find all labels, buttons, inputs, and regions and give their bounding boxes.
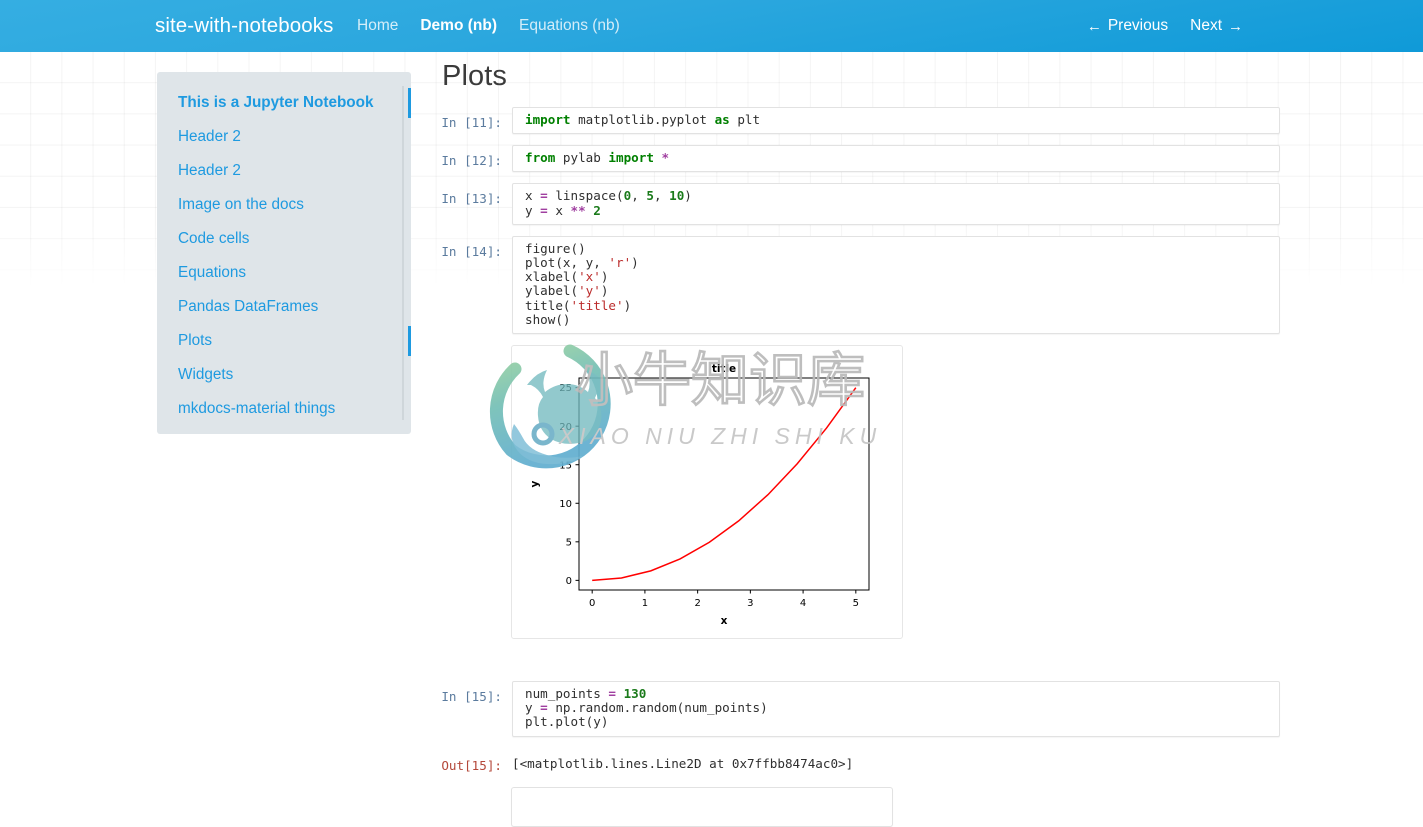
toc-item-header-2-b[interactable]: Header 2 xyxy=(157,154,411,188)
notebook-cell: In [12]: from pylab import * xyxy=(440,145,1280,173)
cell-prompt: In [12]: xyxy=(441,153,502,169)
figure-output-truncated xyxy=(511,786,893,827)
previous-page-link[interactable]: ← Previous xyxy=(1087,17,1168,35)
cell-source[interactable]: import matplotlib.pyplot as plt xyxy=(512,107,1280,135)
svg-text:1: 1 xyxy=(642,598,648,609)
site-brand[interactable]: site-with-notebooks xyxy=(155,0,334,52)
cell-source[interactable]: from pylab import * xyxy=(512,145,1280,173)
notebook-cell-output: Out[15]: [<matplotlib.lines.Line2D at 0x… xyxy=(440,750,1280,773)
toc-item-widgets[interactable]: Widgets xyxy=(157,358,411,392)
toc-active-indicator xyxy=(408,326,411,356)
cell-source[interactable]: num_points = 130 y = np.random.random(nu… xyxy=(512,681,1280,737)
notebook-cell: In [11]: import matplotlib.pyplot as plt xyxy=(440,107,1280,135)
table-of-contents: This is a Jupyter Notebook Header 2 Head… xyxy=(157,72,411,434)
svg-text:0: 0 xyxy=(589,598,595,609)
notebook-cell: In [14]: figure() plot(x, y, 'r') xlabel… xyxy=(440,235,1280,335)
toc-item-label: mkdocs-material things xyxy=(178,400,336,417)
toc-item-label: Header 2 xyxy=(178,162,241,179)
site-header: site-with-notebooks Home Demo (nb) Equat… xyxy=(0,0,1423,52)
toc-item-equations[interactable]: Equations xyxy=(157,256,411,290)
svg-text:4: 4 xyxy=(800,598,806,609)
svg-text:5: 5 xyxy=(853,598,859,609)
notebook-cell: In [15]: num_points = 130 y = np.random.… xyxy=(440,681,1280,737)
toc-item-mkdocs-material-things[interactable]: mkdocs-material things xyxy=(157,392,411,426)
page-title: Plots xyxy=(442,60,507,92)
figure-output: title y x 0 5 10 15 20 25 0 1 2 3 4 5 xyxy=(511,345,903,640)
toc-item-label: Pandas DataFrames xyxy=(178,298,319,315)
svg-text:10: 10 xyxy=(559,499,572,510)
toc-item-code-cells[interactable]: Code cells xyxy=(157,222,411,256)
toc-item-image-on-the-docs[interactable]: Image on the docs xyxy=(157,188,411,222)
toc-item-label: Code cells xyxy=(178,230,250,247)
cell-source[interactable]: x = linspace(0, 5, 10) y = x ** 2 xyxy=(512,183,1280,225)
previous-page-label: Previous xyxy=(1107,17,1169,34)
output-text: [<matplotlib.lines.Line2D at 0x7ffbb8474… xyxy=(512,755,854,771)
arrow-left-icon: ← xyxy=(1086,17,1102,35)
toc-item-pandas-dataframes[interactable]: Pandas DataFrames xyxy=(157,290,411,324)
next-page-link[interactable]: Next → xyxy=(1190,17,1243,35)
svg-text:x: x xyxy=(721,615,728,627)
toc-active-indicator xyxy=(408,88,411,118)
toc-item-label: This is a Jupyter Notebook xyxy=(178,94,374,111)
next-page-label: Next xyxy=(1190,17,1222,34)
toc-item-label: Widgets xyxy=(178,366,234,383)
cell-prompt: In [14]: xyxy=(441,243,502,259)
notebook-content: Plots In [11]: import matplotlib.pyplot … xyxy=(440,60,1280,827)
toc-item-label: Plots xyxy=(178,332,213,349)
toc-item-header-2-a[interactable]: Header 2 xyxy=(157,120,411,154)
cell-prompt: In [11]: xyxy=(441,115,502,130)
plot-svg: title y x 0 5 10 15 20 25 0 1 2 3 4 5 xyxy=(518,352,896,633)
nav-link-home[interactable]: Home xyxy=(357,17,398,35)
svg-text:5: 5 xyxy=(566,537,572,548)
svg-text:y: y xyxy=(529,480,541,487)
primary-navigation: Home Demo (nb) Equations (nb) xyxy=(357,0,620,52)
toc-item-plots[interactable]: Plots xyxy=(157,324,411,358)
matplotlib-figure: title y x 0 5 10 15 20 25 0 1 2 3 4 5 xyxy=(518,352,896,633)
toc-item-label: Equations xyxy=(178,264,247,281)
arrow-right-icon: → xyxy=(1228,17,1243,35)
output-prompt: Out[15]: xyxy=(441,757,502,773)
cell-prompt: In [13]: xyxy=(441,191,502,207)
svg-text:2: 2 xyxy=(694,598,700,609)
toc-item-this-is-a-jupyter-notebook[interactable]: This is a Jupyter Notebook xyxy=(157,86,411,120)
svg-text:title: title xyxy=(712,363,736,375)
nav-link-demo-nb[interactable]: Demo (nb) xyxy=(420,17,497,35)
toc-item-label: Header 2 xyxy=(178,128,241,145)
svg-text:0: 0 xyxy=(566,576,572,587)
svg-text:20: 20 xyxy=(559,422,572,433)
notebook-cell: In [13]: x = linspace(0, 5, 10) y = x **… xyxy=(440,183,1280,225)
nav-link-equations-nb[interactable]: Equations (nb) xyxy=(519,17,620,35)
svg-text:15: 15 xyxy=(559,460,572,471)
relative-navigation: ← Previous Next → xyxy=(1087,0,1243,52)
toc-item-label: Image on the docs xyxy=(178,196,304,213)
cell-prompt: In [15]: xyxy=(441,689,502,705)
svg-text:25: 25 xyxy=(559,383,572,394)
cell-source[interactable]: figure() plot(x, y, 'r') xlabel('x') yla… xyxy=(512,235,1280,335)
svg-text:3: 3 xyxy=(747,598,753,609)
